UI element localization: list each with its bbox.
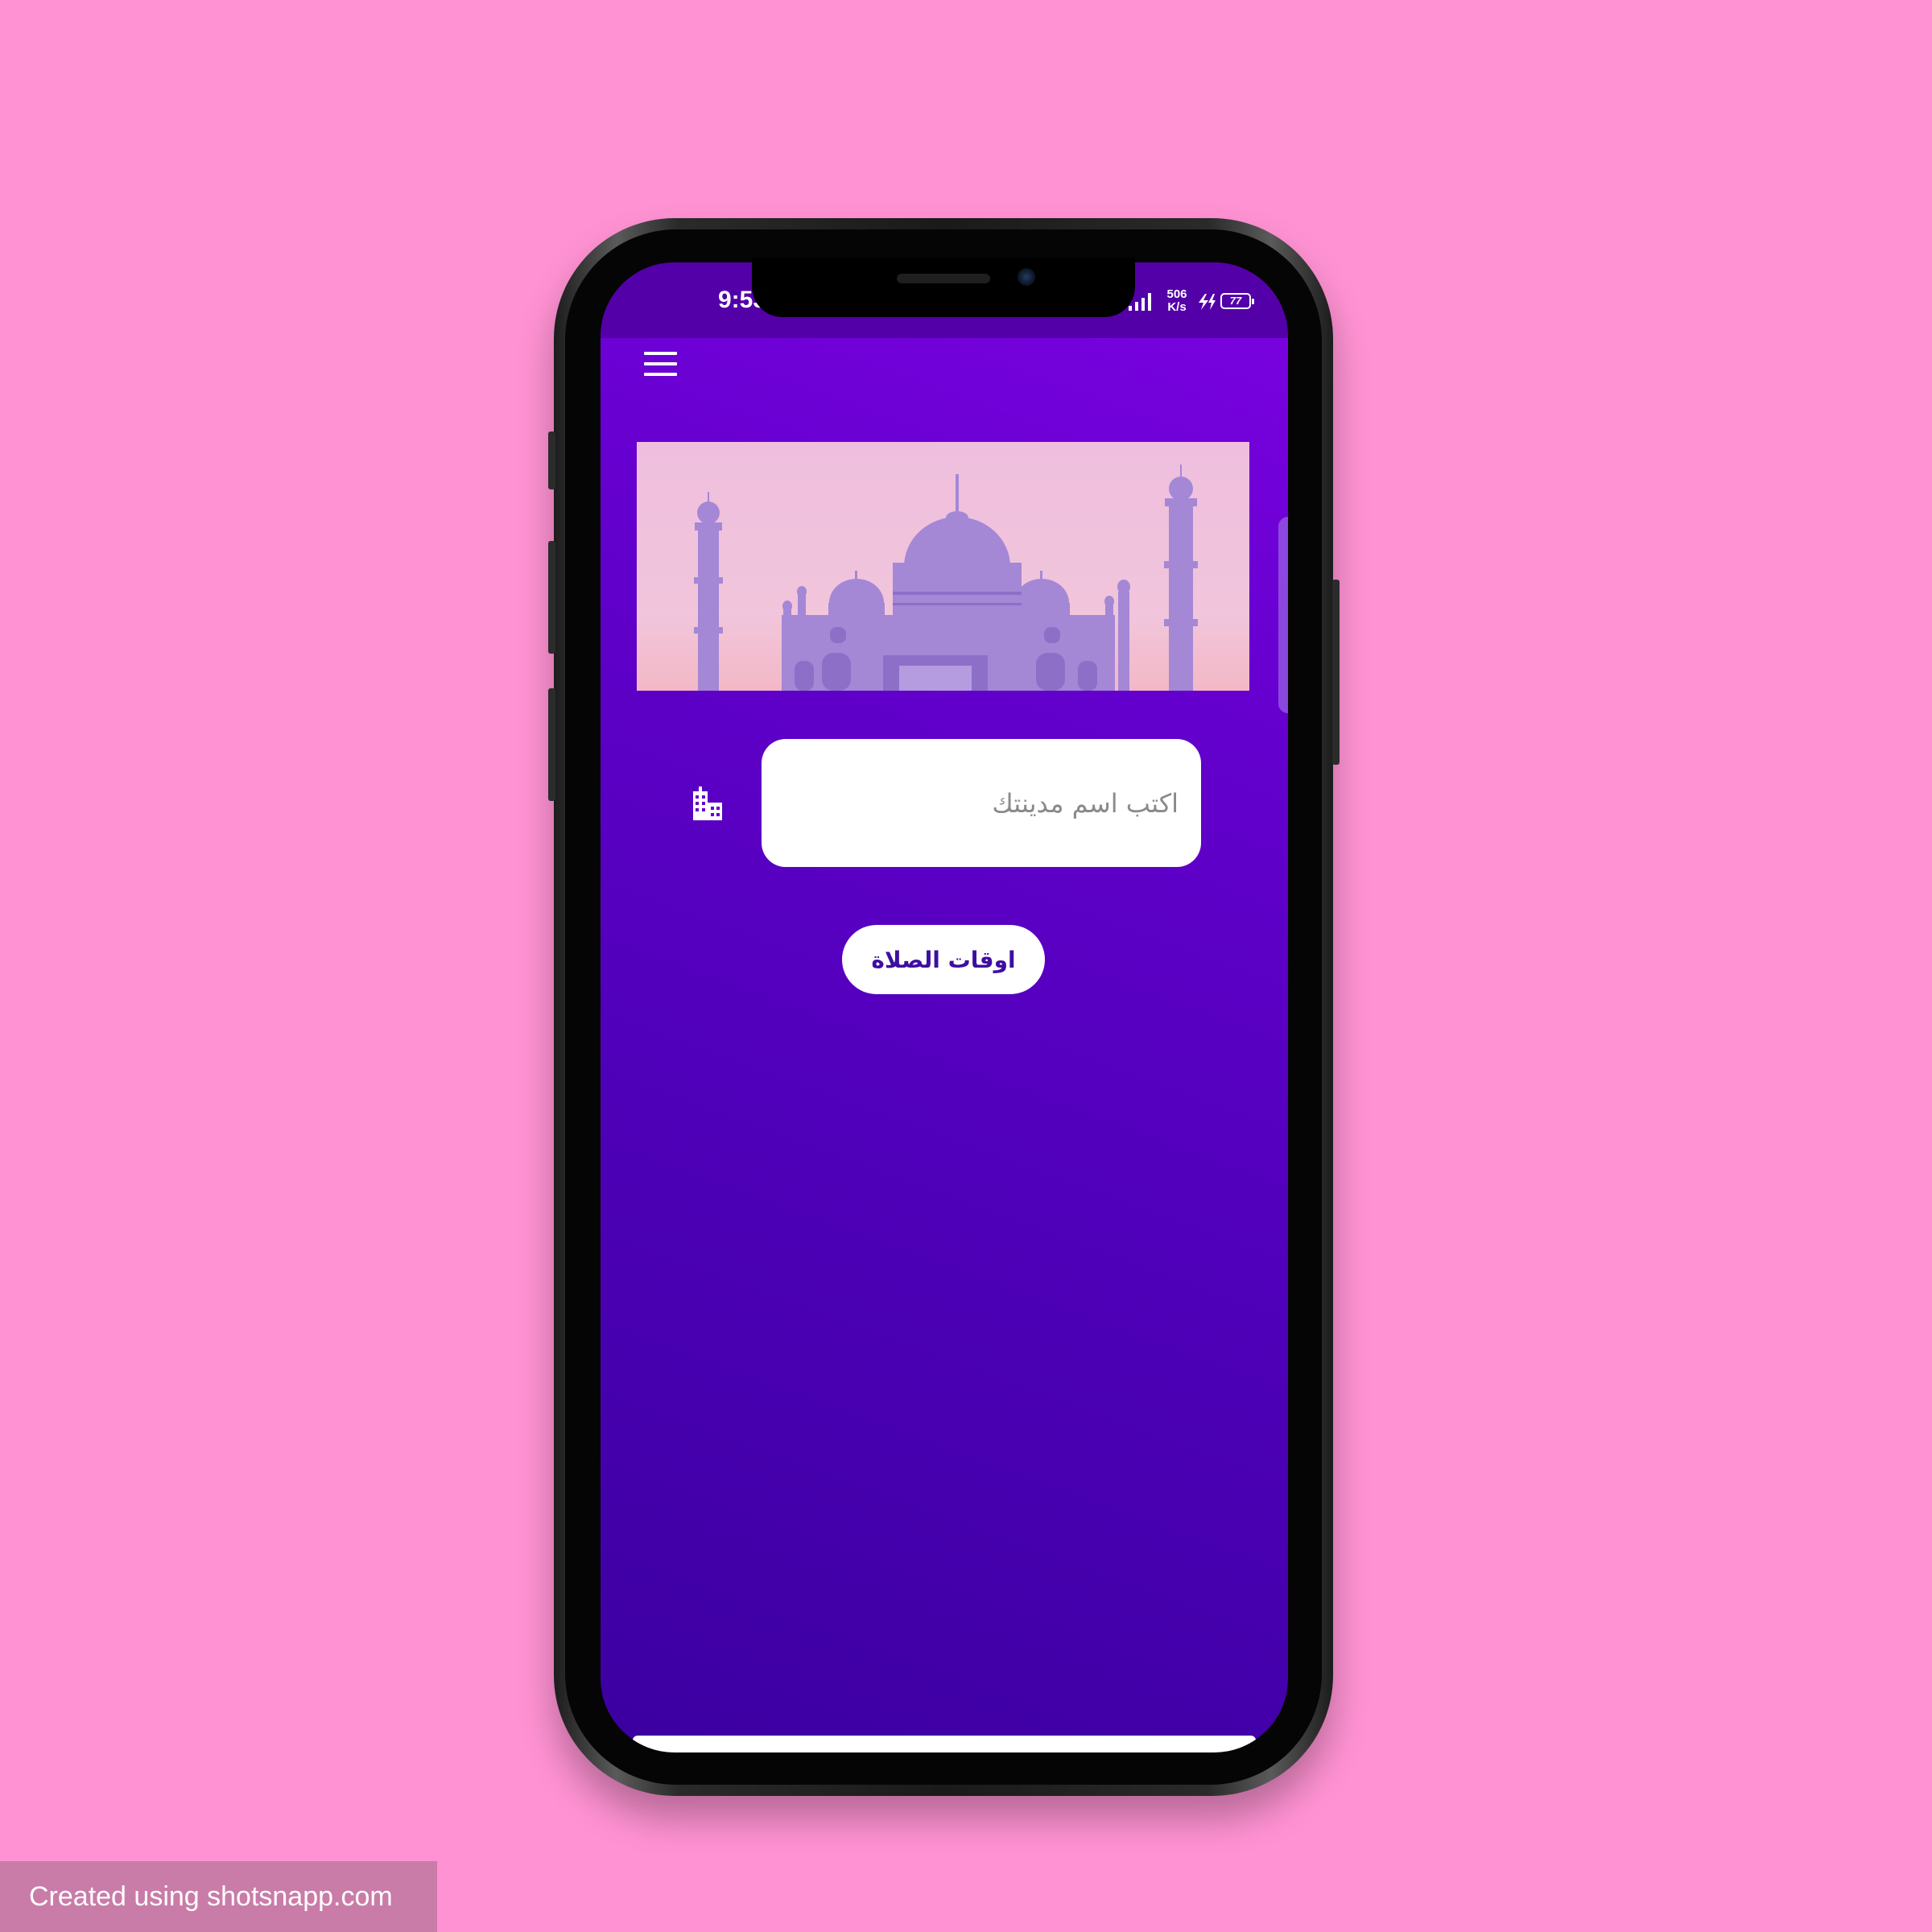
battery-level: 77 bbox=[1229, 295, 1242, 307]
battery-icon: 77 bbox=[1220, 293, 1254, 309]
hamburger-menu-icon[interactable] bbox=[642, 349, 679, 378]
speaker-grille-icon bbox=[897, 274, 990, 283]
volume-down-button bbox=[548, 688, 555, 801]
network-speed-unit: K/s bbox=[1167, 300, 1187, 314]
mosque-banner-image bbox=[637, 442, 1249, 691]
prayer-times-button[interactable]: اوقات الصلاة bbox=[842, 925, 1045, 994]
city-buildings-icon bbox=[693, 786, 722, 820]
power-button bbox=[1332, 580, 1340, 765]
watermark-label: Created using shotsnapp.com bbox=[0, 1861, 437, 1932]
mute-switch bbox=[548, 431, 555, 489]
network-speed-value: 506 bbox=[1166, 287, 1187, 301]
drawer-handle[interactable] bbox=[1278, 517, 1288, 713]
volume-up-button bbox=[548, 541, 555, 654]
front-camera-icon bbox=[1018, 268, 1035, 286]
app-screen: 9:53 506 K/s 77 اكتب اسم مدينتك اوقات ال… bbox=[601, 262, 1288, 1752]
city-name-input[interactable] bbox=[762, 739, 1201, 867]
home-indicator bbox=[633, 1736, 1256, 1752]
charging-bolt-icon bbox=[1199, 294, 1216, 310]
phone-notch bbox=[752, 258, 1135, 317]
